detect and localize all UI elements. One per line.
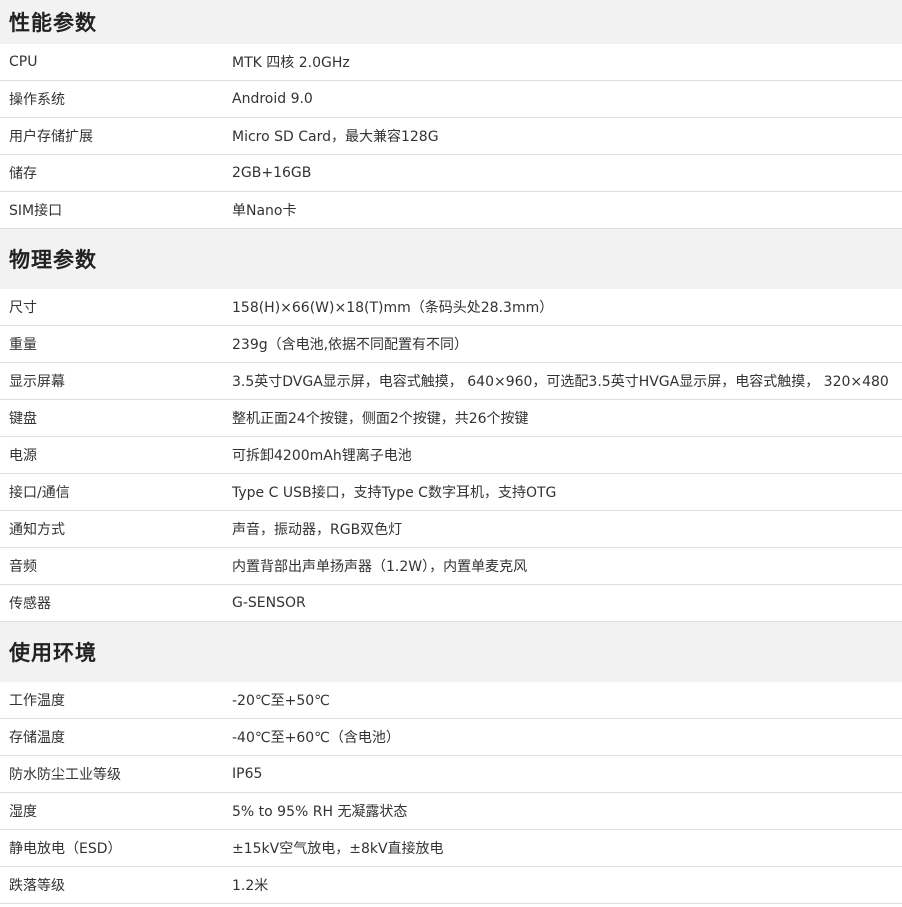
table-row: 湿度 5% to 95% RH 无凝露状态 — [0, 792, 902, 830]
spec-value: Type C USB接口，支持Type C数字耳机，支持OTG — [232, 473, 902, 511]
spec-label: 湿度 — [0, 792, 232, 830]
table-row: 防水防尘工业等级 IP65 — [0, 755, 902, 793]
spec-table-physical: 尺寸 158(H)×66(W)×18(T)mm（条码头处28.3mm） 重量 2… — [0, 289, 902, 622]
table-row: 键盘 整机正面24个按键，侧面2个按键，共26个按键 — [0, 399, 902, 437]
spec-label: 用户存储扩展 — [0, 117, 232, 155]
table-row: 工作温度 -20℃至+50℃ — [0, 682, 902, 719]
table-row: 音频 内置背部出声单扬声器（1.2W），内置单麦克风 — [0, 547, 902, 585]
table-row: 电源 可拆卸4200mAh锂离子电池 — [0, 436, 902, 474]
table-row: 通知方式 声音，振动器，RGB双色灯 — [0, 510, 902, 548]
spec-label: SIM接口 — [0, 191, 232, 229]
spec-label: 跌落等级 — [0, 866, 232, 904]
table-row: 操作系统 Android 9.0 — [0, 80, 902, 118]
spec-label: 显示屏幕 — [0, 362, 232, 400]
table-row: 存储温度 -40℃至+60℃（含电池） — [0, 718, 902, 756]
spec-value: 声音，振动器，RGB双色灯 — [232, 510, 902, 548]
spec-label: 电源 — [0, 436, 232, 474]
table-row: SIM接口 单Nano卡 — [0, 191, 902, 229]
section-title: 使用环境 — [9, 641, 97, 665]
spec-value: 5% to 95% RH 无凝露状态 — [232, 792, 902, 830]
section-header-physical: 物理参数 — [0, 229, 902, 289]
spec-label: 防水防尘工业等级 — [0, 755, 232, 793]
spec-value: ±15kV空气放电，±8kV直接放电 — [232, 829, 902, 867]
spec-label: 重量 — [0, 325, 232, 363]
spec-value: Android 9.0 — [232, 80, 902, 118]
spec-label: CPU — [0, 44, 232, 81]
spec-value: -40℃至+60℃（含电池） — [232, 718, 902, 756]
table-row: 静电放电（ESD） ±15kV空气放电，±8kV直接放电 — [0, 829, 902, 867]
section-header-performance: 性能参数 — [0, 0, 902, 44]
spec-table-performance: CPU MTK 四核 2.0GHz 操作系统 Android 9.0 用户存储扩… — [0, 44, 902, 229]
spec-label: 静电放电（ESD） — [0, 829, 232, 867]
table-row: 储存 2GB+16GB — [0, 154, 902, 192]
spec-value: MTK 四核 2.0GHz — [232, 44, 902, 81]
table-row: 传感器 G-SENSOR — [0, 584, 902, 622]
spec-value: IP65 — [232, 755, 902, 793]
section-header-environment: 使用环境 — [0, 622, 902, 682]
table-row: 接口/通信 Type C USB接口，支持Type C数字耳机，支持OTG — [0, 473, 902, 511]
spec-label: 键盘 — [0, 399, 232, 437]
spec-value: 1.2米 — [232, 866, 902, 904]
spec-label: 通知方式 — [0, 510, 232, 548]
spec-value: 2GB+16GB — [232, 154, 902, 192]
section-title: 物理参数 — [9, 248, 97, 272]
spec-label: 操作系统 — [0, 80, 232, 118]
table-row: 跌落等级 1.2米 — [0, 866, 902, 904]
spec-label: 工作温度 — [0, 682, 232, 719]
spec-value: 158(H)×66(W)×18(T)mm（条码头处28.3mm） — [232, 289, 902, 326]
spec-value: 单Nano卡 — [232, 191, 902, 229]
spec-label: 尺寸 — [0, 289, 232, 326]
table-row: 尺寸 158(H)×66(W)×18(T)mm（条码头处28.3mm） — [0, 289, 902, 326]
spec-value: G-SENSOR — [232, 584, 902, 622]
spec-value: 可拆卸4200mAh锂离子电池 — [232, 436, 902, 474]
table-row: CPU MTK 四核 2.0GHz — [0, 44, 902, 81]
spec-table-environment: 工作温度 -20℃至+50℃ 存储温度 -40℃至+60℃（含电池） 防水防尘工… — [0, 682, 902, 904]
spec-label: 音频 — [0, 547, 232, 585]
spec-value: 内置背部出声单扬声器（1.2W），内置单麦克风 — [232, 547, 902, 585]
spec-label: 传感器 — [0, 584, 232, 622]
table-row: 重量 239g（含电池,依据不同配置有不同） — [0, 325, 902, 363]
spec-value: 整机正面24个按键，侧面2个按键，共26个按键 — [232, 399, 902, 437]
spec-value: 3.5英寸DVGA显示屏，电容式触摸， 640×960，可选配3.5英寸HVGA… — [232, 362, 902, 400]
table-row: 用户存储扩展 Micro SD Card，最大兼容128G — [0, 117, 902, 155]
spec-value: Micro SD Card，最大兼容128G — [232, 117, 902, 155]
section-title: 性能参数 — [9, 11, 97, 35]
spec-label: 接口/通信 — [0, 473, 232, 511]
spec-value: -20℃至+50℃ — [232, 682, 902, 719]
spec-label: 存储温度 — [0, 718, 232, 756]
spec-value: 239g（含电池,依据不同配置有不同） — [232, 325, 902, 363]
table-row: 显示屏幕 3.5英寸DVGA显示屏，电容式触摸， 640×960，可选配3.5英… — [0, 362, 902, 400]
spec-label: 储存 — [0, 154, 232, 192]
